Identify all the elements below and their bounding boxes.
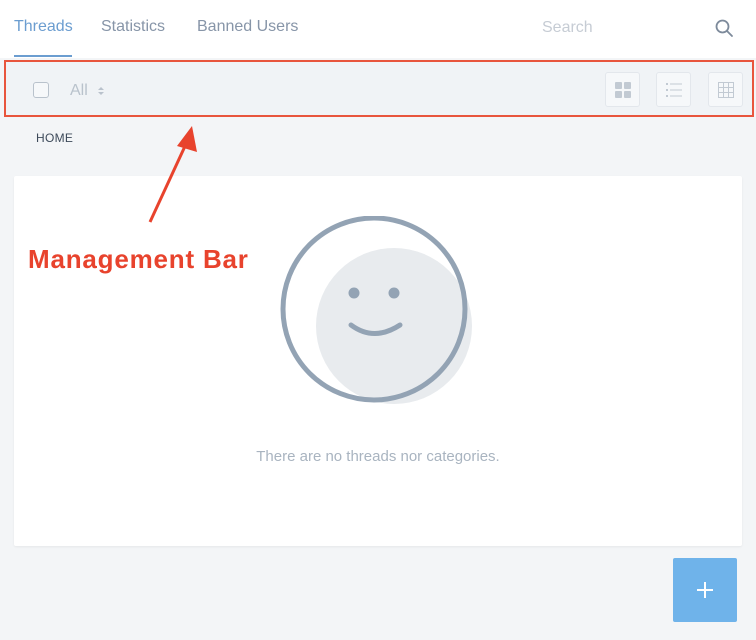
list-view-button[interactable] — [656, 72, 691, 107]
cards-icon — [614, 81, 631, 98]
top-navigation: Threads Statistics Banned Users — [0, 0, 756, 58]
plus-icon — [697, 582, 713, 598]
add-button[interactable] — [673, 558, 737, 622]
cards-view-button[interactable] — [605, 72, 640, 107]
tab-statistics[interactable]: Statistics — [101, 18, 165, 36]
smiley-face-icon — [280, 216, 472, 404]
tab-threads[interactable]: Threads — [14, 18, 73, 36]
empty-state-card: There are no threads nor categories. — [14, 176, 742, 546]
filter-dropdown[interactable]: All — [70, 82, 88, 100]
sort-caret-icon[interactable] — [97, 85, 105, 97]
search-icon[interactable] — [714, 18, 734, 38]
tab-banned-users[interactable]: Banned Users — [197, 18, 298, 36]
search-input[interactable] — [536, 16, 706, 40]
management-bar: All — [4, 60, 754, 117]
table-icon — [717, 81, 734, 98]
annotation-arrow-icon — [148, 126, 197, 223]
select-all-checkbox[interactable] — [33, 82, 49, 98]
annotation-label: Management Bar — [28, 244, 249, 274]
active-tab-indicator — [14, 55, 72, 57]
table-view-button[interactable] — [708, 72, 743, 107]
list-icon — [665, 82, 682, 97]
empty-state-message: There are no threads nor categories. — [256, 448, 500, 465]
breadcrumb[interactable]: HOME — [36, 131, 73, 145]
